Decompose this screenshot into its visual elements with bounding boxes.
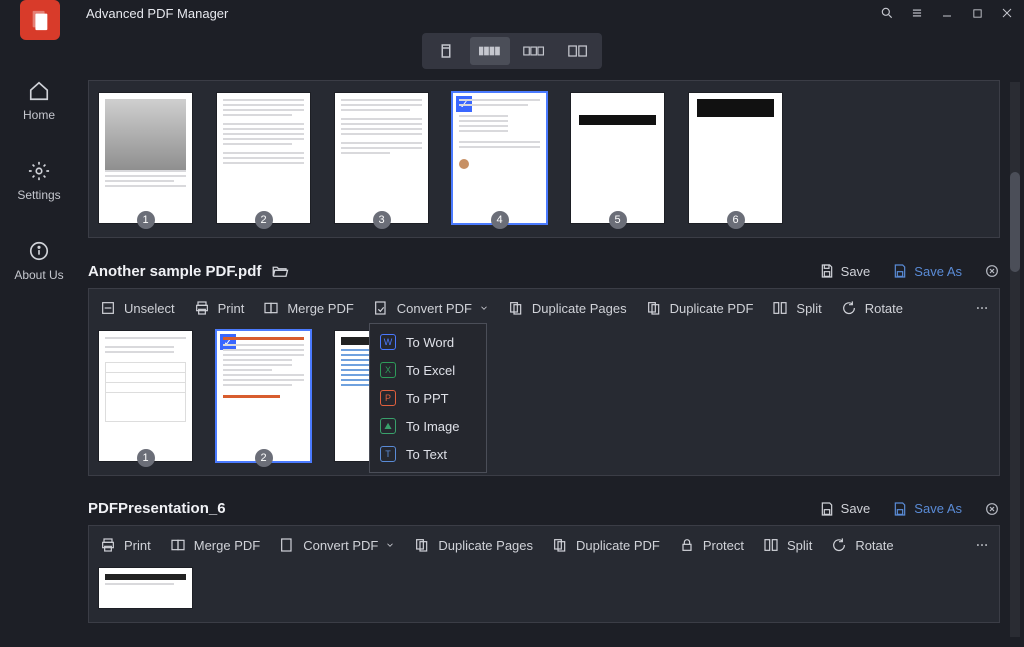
- split-button[interactable]: Split: [762, 536, 812, 554]
- page-thumbnails: [99, 564, 989, 608]
- page-number-badge: 2: [255, 449, 273, 467]
- close-icon[interactable]: [996, 2, 1018, 24]
- page-thumbnail[interactable]: ✓ 2: [217, 331, 310, 461]
- duplicate-pages-button[interactable]: Duplicate Pages: [507, 299, 627, 317]
- document-name: Another sample PDF.pdf: [88, 263, 261, 280]
- view-mode-bar: [422, 33, 602, 69]
- document-toolbar: Unselect Print Merge PDF Convert PDF Dup…: [99, 297, 989, 327]
- gear-icon: [28, 160, 50, 182]
- maximize-icon[interactable]: [966, 2, 988, 24]
- folder-open-icon[interactable]: [271, 262, 289, 280]
- view-mode-single[interactable]: [426, 37, 466, 65]
- main-content: 1 2 3 ✓ 4 5 6: [88, 80, 1000, 647]
- sidebar-item-settings[interactable]: Settings: [0, 150, 78, 212]
- chevron-down-icon: [385, 540, 395, 550]
- lock-icon: [679, 537, 695, 553]
- page-thumbnail[interactable]: 2: [217, 93, 310, 223]
- close-circle-icon: [984, 501, 1000, 517]
- save-as-button[interactable]: Save As: [892, 501, 962, 517]
- document-section: Print Merge PDF Convert PDF Duplicate Pa…: [88, 525, 1000, 623]
- convert-to-image[interactable]: ⛰To Image: [370, 412, 486, 440]
- info-icon: [28, 240, 50, 262]
- split-button[interactable]: Split: [771, 299, 821, 317]
- page-number-badge: 2: [255, 211, 273, 229]
- page-number-badge: 6: [727, 211, 745, 229]
- page-thumbnail[interactable]: 3: [335, 93, 428, 223]
- convert-pdf-menu: WTo Word XTo Excel PTo PPT ⛰To Image TTo…: [369, 323, 487, 473]
- scrollbar-track[interactable]: [1010, 82, 1020, 637]
- convert-to-ppt[interactable]: PTo PPT: [370, 384, 486, 412]
- close-document-button[interactable]: [984, 263, 1000, 279]
- chevron-down-icon: [479, 303, 489, 313]
- page-thumbnail[interactable]: 5: [571, 93, 664, 223]
- rotate-button[interactable]: Rotate: [840, 299, 903, 317]
- unselect-button[interactable]: Unselect: [99, 299, 175, 317]
- view-mode-grid-large[interactable]: [514, 37, 554, 65]
- page-thumbnail[interactable]: [99, 568, 192, 608]
- page-thumbnail[interactable]: 6: [689, 93, 782, 223]
- sidebar-item-label: Home: [23, 108, 55, 122]
- convert-to-word[interactable]: WTo Word: [370, 328, 486, 356]
- page-thumbnails: 1 ✓ 2: [99, 327, 989, 461]
- app-logo: [20, 0, 60, 40]
- duplicate-pdf-button[interactable]: Duplicate PDF: [645, 299, 754, 317]
- document-section: Unselect Print Merge PDF Convert PDF Dup…: [88, 288, 1000, 476]
- view-mode-grid-small[interactable]: [470, 37, 510, 65]
- page-number-badge: 3: [373, 211, 391, 229]
- sidebar-item-label: Settings: [17, 188, 60, 202]
- save-as-icon: [892, 501, 908, 517]
- page-number-badge: 4: [491, 211, 509, 229]
- save-button[interactable]: Save: [819, 263, 871, 279]
- merge-pdf-button[interactable]: Merge PDF: [262, 299, 353, 317]
- page-thumbnail[interactable]: ✓ 4: [453, 93, 546, 223]
- document-header: Another sample PDF.pdf Save Save As: [88, 258, 1000, 288]
- minimize-icon[interactable]: [936, 2, 958, 24]
- view-mode-dual[interactable]: [558, 37, 598, 65]
- duplicate-pages-button[interactable]: Duplicate Pages: [413, 536, 533, 554]
- scrollbar-thumb[interactable]: [1010, 172, 1020, 272]
- document-header: PDFPresentation_6 Save Save As: [88, 496, 1000, 525]
- document-toolbar: Print Merge PDF Convert PDF Duplicate Pa…: [99, 534, 989, 564]
- protect-button[interactable]: Protect: [678, 536, 744, 554]
- toolbar-more-button[interactable]: [975, 538, 989, 552]
- app-title: Advanced PDF Manager: [86, 6, 228, 21]
- save-as-button[interactable]: Save As: [892, 263, 962, 279]
- menu-icon[interactable]: [906, 2, 928, 24]
- sidebar: Home Settings About Us: [0, 70, 78, 292]
- sidebar-item-about[interactable]: About Us: [0, 230, 78, 292]
- document-section: 1 2 3 ✓ 4 5 6: [88, 80, 1000, 238]
- close-circle-icon: [984, 263, 1000, 279]
- print-button[interactable]: Print: [193, 299, 245, 317]
- page-number-badge: 5: [609, 211, 627, 229]
- save-icon: [819, 501, 835, 517]
- convert-pdf-dropdown[interactable]: Convert PDF: [278, 536, 395, 554]
- page-thumbnail[interactable]: 1: [99, 93, 192, 223]
- convert-to-excel[interactable]: XTo Excel: [370, 356, 486, 384]
- page-number-badge: 1: [137, 211, 155, 229]
- toolbar-more-button[interactable]: [975, 301, 989, 315]
- page-thumbnails: 1 2 3 ✓ 4 5 6: [99, 89, 989, 223]
- page-number-badge: 1: [137, 449, 155, 467]
- convert-pdf-dropdown[interactable]: Convert PDF: [372, 299, 489, 317]
- page-thumbnail[interactable]: 1: [99, 331, 192, 461]
- duplicate-pdf-button[interactable]: Duplicate PDF: [551, 536, 660, 554]
- sidebar-item-home[interactable]: Home: [0, 70, 78, 132]
- merge-pdf-button[interactable]: Merge PDF: [169, 536, 260, 554]
- save-icon: [819, 263, 835, 279]
- title-bar: Advanced PDF Manager: [0, 0, 1024, 26]
- home-icon: [28, 80, 50, 102]
- rotate-button[interactable]: Rotate: [830, 536, 893, 554]
- document-name: PDFPresentation_6: [88, 500, 226, 517]
- search-icon[interactable]: [876, 2, 898, 24]
- close-document-button[interactable]: [984, 501, 1000, 517]
- convert-to-text[interactable]: TTo Text: [370, 440, 486, 468]
- save-button[interactable]: Save: [819, 501, 871, 517]
- sidebar-item-label: About Us: [14, 268, 63, 282]
- save-as-icon: [892, 263, 908, 279]
- print-button[interactable]: Print: [99, 536, 151, 554]
